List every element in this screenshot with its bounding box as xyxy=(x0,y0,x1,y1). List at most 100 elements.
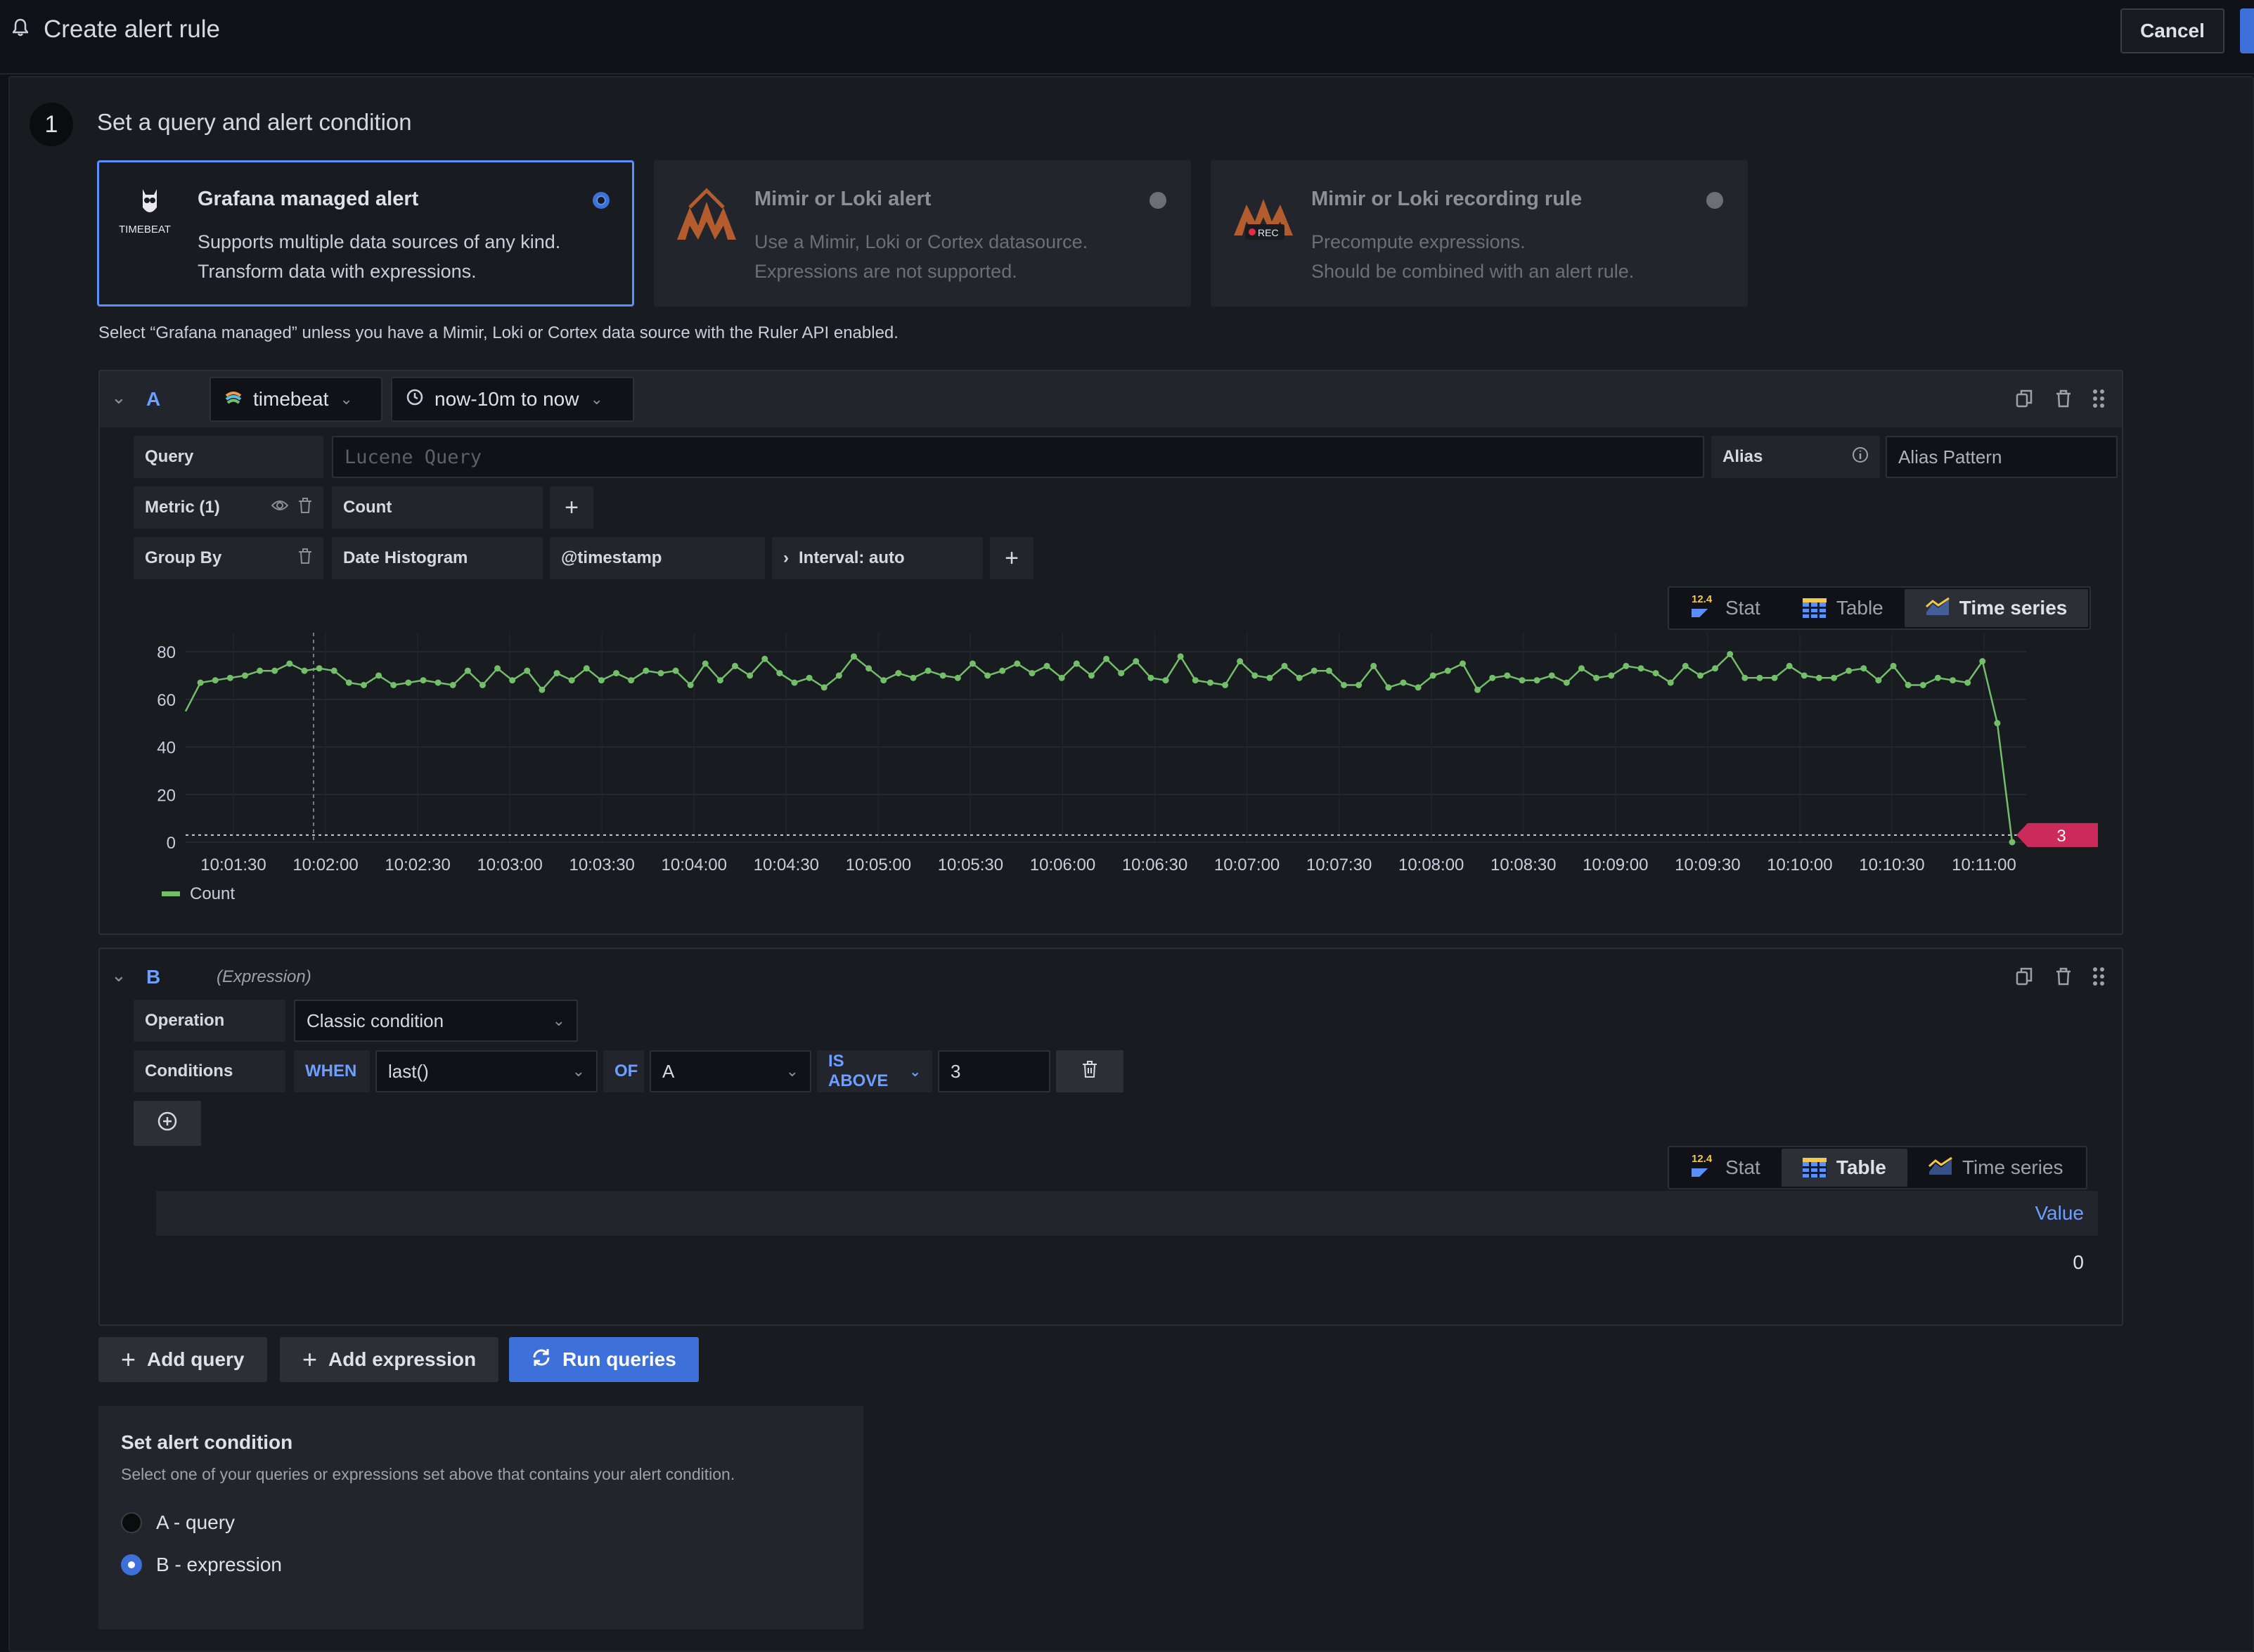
card-radio[interactable] xyxy=(1706,192,1723,209)
drag-handle-icon[interactable] xyxy=(2088,388,2109,409)
data-point xyxy=(657,670,664,677)
rule-type-recording-rule[interactable]: REC Mimir or Loki recording rule Precomp… xyxy=(1211,160,1748,306)
tab-table[interactable]: Table xyxy=(1782,589,1905,627)
table-column-value[interactable]: Value xyxy=(2035,1202,2084,1225)
data-point xyxy=(226,674,233,681)
trash-icon[interactable] xyxy=(2053,966,2074,987)
condition-description: Select one of your queries or expression… xyxy=(121,1465,735,1483)
metric-type-select[interactable]: Count xyxy=(332,486,543,529)
time-series-icon xyxy=(1928,1156,1952,1180)
x-tick-label: 10:01:30 xyxy=(200,856,266,875)
operation-select[interactable]: Classic condition ⌄ xyxy=(294,1000,578,1042)
data-point xyxy=(1281,662,1288,669)
delete-condition-button[interactable] xyxy=(1056,1050,1123,1092)
x-tick-label: 10:03:30 xyxy=(569,856,634,875)
trash-icon[interactable] xyxy=(2053,388,2074,409)
tab-time-series[interactable]: Time series xyxy=(1907,1149,2085,1187)
data-point xyxy=(1251,672,1258,679)
data-point xyxy=(1147,674,1154,681)
card-title: Grafana managed alert xyxy=(198,188,419,210)
datasource-icon xyxy=(225,388,242,411)
duplicate-icon[interactable] xyxy=(2014,966,2035,987)
tab-table[interactable]: Table xyxy=(1781,1149,1907,1187)
table-header-row: Value xyxy=(156,1191,2098,1236)
x-tick-label: 10:10:00 xyxy=(1767,856,1832,875)
svg-text:REC: REC xyxy=(1258,227,1279,238)
data-point xyxy=(212,677,219,684)
groupby-type-select[interactable]: Date Histogram xyxy=(332,537,543,579)
data-point xyxy=(1355,682,1363,688)
data-point xyxy=(895,670,902,677)
data-point xyxy=(464,667,471,674)
radio-button[interactable] xyxy=(121,1554,142,1575)
add-circle-icon xyxy=(157,1111,178,1137)
drag-handle-icon[interactable] xyxy=(2088,966,2109,987)
interval-toggle[interactable]: › Interval: auto xyxy=(772,537,983,579)
data-point xyxy=(539,686,546,693)
table-row: 0 xyxy=(156,1239,2098,1284)
card-radio[interactable] xyxy=(1149,192,1166,209)
chevron-down-icon: ⌄ xyxy=(572,1062,585,1080)
table-icon xyxy=(1802,598,1827,618)
data-point xyxy=(1593,674,1600,681)
of-query-select[interactable]: A ⌄ xyxy=(650,1050,811,1092)
data-point xyxy=(1474,686,1481,693)
collapse-chevron-icon[interactable]: ⌄ xyxy=(111,387,127,408)
query-b-header: ⌄ B (Expression) xyxy=(100,949,2122,1005)
rule-type-mimir-loki-alert[interactable]: Mimir or Loki alert Use a Mimir, Loki or… xyxy=(654,160,1191,306)
y-tick-label: 0 xyxy=(167,834,176,853)
condition-option-b[interactable]: B - expression xyxy=(121,1554,282,1576)
add-metric-button[interactable]: + xyxy=(550,486,593,529)
data-point xyxy=(1385,684,1392,691)
data-point xyxy=(954,674,961,681)
data-point xyxy=(1860,665,1867,672)
metric-label: Metric (1) xyxy=(134,486,323,529)
radio-button[interactable] xyxy=(121,1512,142,1533)
data-point xyxy=(598,677,605,684)
time-range-picker[interactable]: now-10m to now ⌄ xyxy=(391,377,634,422)
data-point xyxy=(1712,665,1719,672)
chevron-down-icon: ⌄ xyxy=(909,1064,921,1080)
add-query-button[interactable]: + Add query xyxy=(98,1337,267,1382)
data-point xyxy=(999,667,1006,674)
add-condition-button[interactable] xyxy=(134,1101,201,1146)
tab-stat[interactable]: Stat xyxy=(1670,1149,1782,1187)
groupby-label: Group By xyxy=(134,537,323,579)
x-tick-label: 10:08:00 xyxy=(1398,856,1464,875)
data-point xyxy=(301,667,308,674)
data-point xyxy=(1341,682,1348,688)
data-point xyxy=(1533,677,1540,684)
collapse-chevron-icon[interactable]: ⌄ xyxy=(111,964,127,986)
tab-time-series[interactable]: Time series xyxy=(1904,589,2089,627)
data-point xyxy=(1014,660,1021,667)
data-point xyxy=(1815,674,1822,681)
condition-option-a[interactable]: A - query xyxy=(121,1511,235,1534)
run-queries-button[interactable]: Run queries xyxy=(509,1337,699,1382)
tab-stat[interactable]: Stat xyxy=(1670,589,1782,627)
datasource-picker[interactable]: timebeat ⌄ xyxy=(210,377,382,422)
trash-icon[interactable] xyxy=(298,548,312,569)
eye-icon[interactable] xyxy=(271,498,289,518)
evaluator-select[interactable]: IS ABOVE ⌄ xyxy=(817,1050,932,1092)
expression-type-label: (Expression) xyxy=(217,967,311,986)
add-groupby-button[interactable]: + xyxy=(990,537,1033,579)
reducer-select[interactable]: last() ⌄ xyxy=(375,1050,598,1092)
add-expression-button[interactable]: + Add expression xyxy=(280,1337,499,1382)
data-point xyxy=(1994,720,2001,727)
threshold-input[interactable]: 3 xyxy=(938,1050,1050,1092)
alias-input[interactable]: Alias Pattern xyxy=(1886,436,2118,478)
duplicate-icon[interactable] xyxy=(2014,388,2035,409)
lucene-query-input[interactable]: Lucene Query xyxy=(332,436,1704,478)
cancel-button[interactable]: Cancel xyxy=(2120,8,2224,53)
data-point xyxy=(1459,660,1466,667)
x-tick-label: 10:04:00 xyxy=(662,856,727,875)
data-point xyxy=(643,667,650,674)
groupby-field-select[interactable]: @timestamp xyxy=(550,537,765,579)
trash-icon[interactable] xyxy=(298,497,312,518)
rule-type-grafana-managed[interactable]: TIMEBEAT Grafana managed alert Supports … xyxy=(97,160,634,306)
save-button[interactable] xyxy=(2240,8,2254,53)
data-point xyxy=(1875,677,1882,684)
data-point xyxy=(1756,674,1763,681)
data-point xyxy=(925,667,932,674)
card-radio[interactable] xyxy=(593,192,610,209)
